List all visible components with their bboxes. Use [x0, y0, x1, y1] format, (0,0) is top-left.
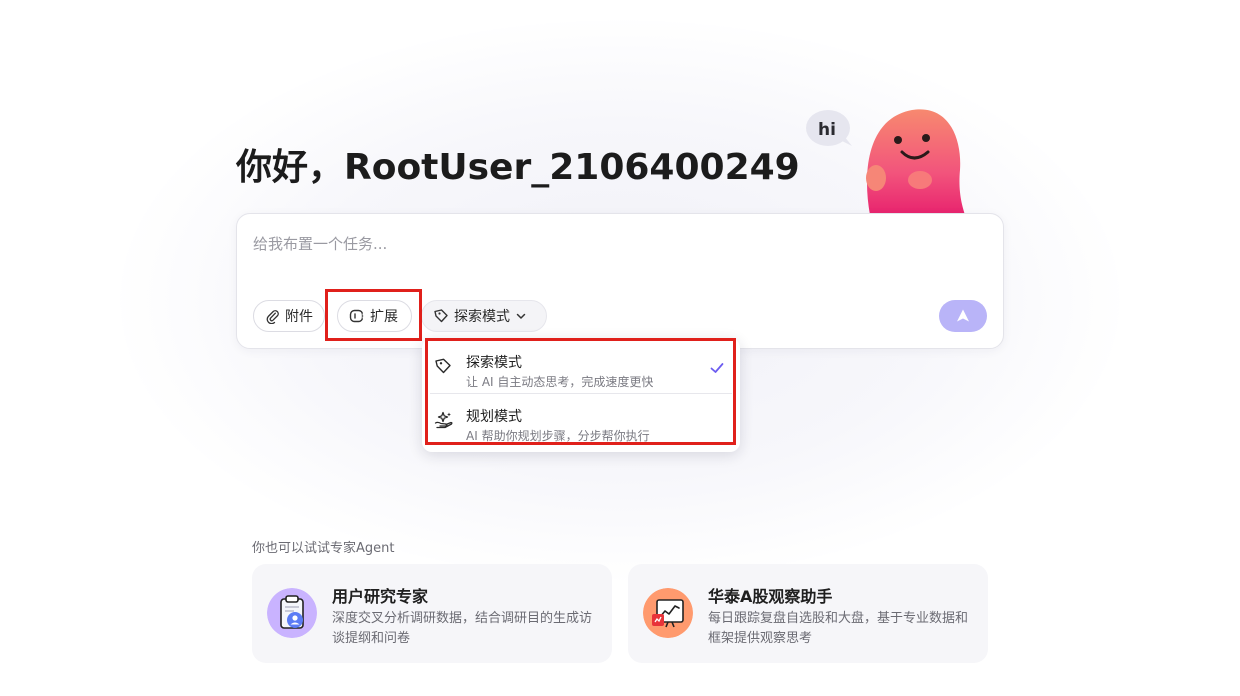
- agent-name: 用户研究专家: [332, 587, 429, 606]
- mode-label: 探索模式: [454, 309, 510, 325]
- agent-description: 深度交叉分析调研数据，结合调研目的生成访谈提纲和问卷: [332, 611, 593, 646]
- stock-chart-icon: [643, 588, 693, 638]
- attach-button[interactable]: 附件: [253, 300, 325, 332]
- clipboard-user-icon: [267, 588, 317, 638]
- tag-icon: [434, 309, 448, 323]
- agent-description: 每日跟踪复盘自选股和大盘，基于专业数据和框架提供观察思考: [708, 611, 969, 646]
- task-input[interactable]: [253, 232, 973, 256]
- mode-selector[interactable]: 探索模式: [421, 300, 547, 332]
- send-arrow-icon: [957, 309, 969, 322]
- agents-section-title: 你也可以试试专家Agent: [252, 541, 395, 556]
- agent-name: 华泰A股观察助手: [708, 587, 833, 606]
- speech-text: hi: [818, 120, 836, 140]
- speech-bubble: hi: [806, 110, 852, 146]
- highlight-box-modes: [425, 338, 736, 445]
- agent-card-user-research[interactable]: 用户研究专家 深度交叉分析调研数据，结合调研目的生成访谈提纲和问卷: [252, 564, 612, 663]
- chevron-down-icon: [516, 313, 526, 319]
- send-button[interactable]: [939, 300, 987, 332]
- highlight-box-extend: [325, 289, 422, 341]
- greeting-title: 你好，RootUser_2106400249: [236, 147, 800, 188]
- agent-card-stock-assistant[interactable]: 华泰A股观察助手 每日跟踪复盘自选股和大盘，基于专业数据和框架提供观察思考: [628, 564, 988, 663]
- mascot-illustration: hi: [800, 100, 975, 215]
- attach-label: 附件: [285, 309, 313, 325]
- paperclip-icon: [266, 310, 279, 324]
